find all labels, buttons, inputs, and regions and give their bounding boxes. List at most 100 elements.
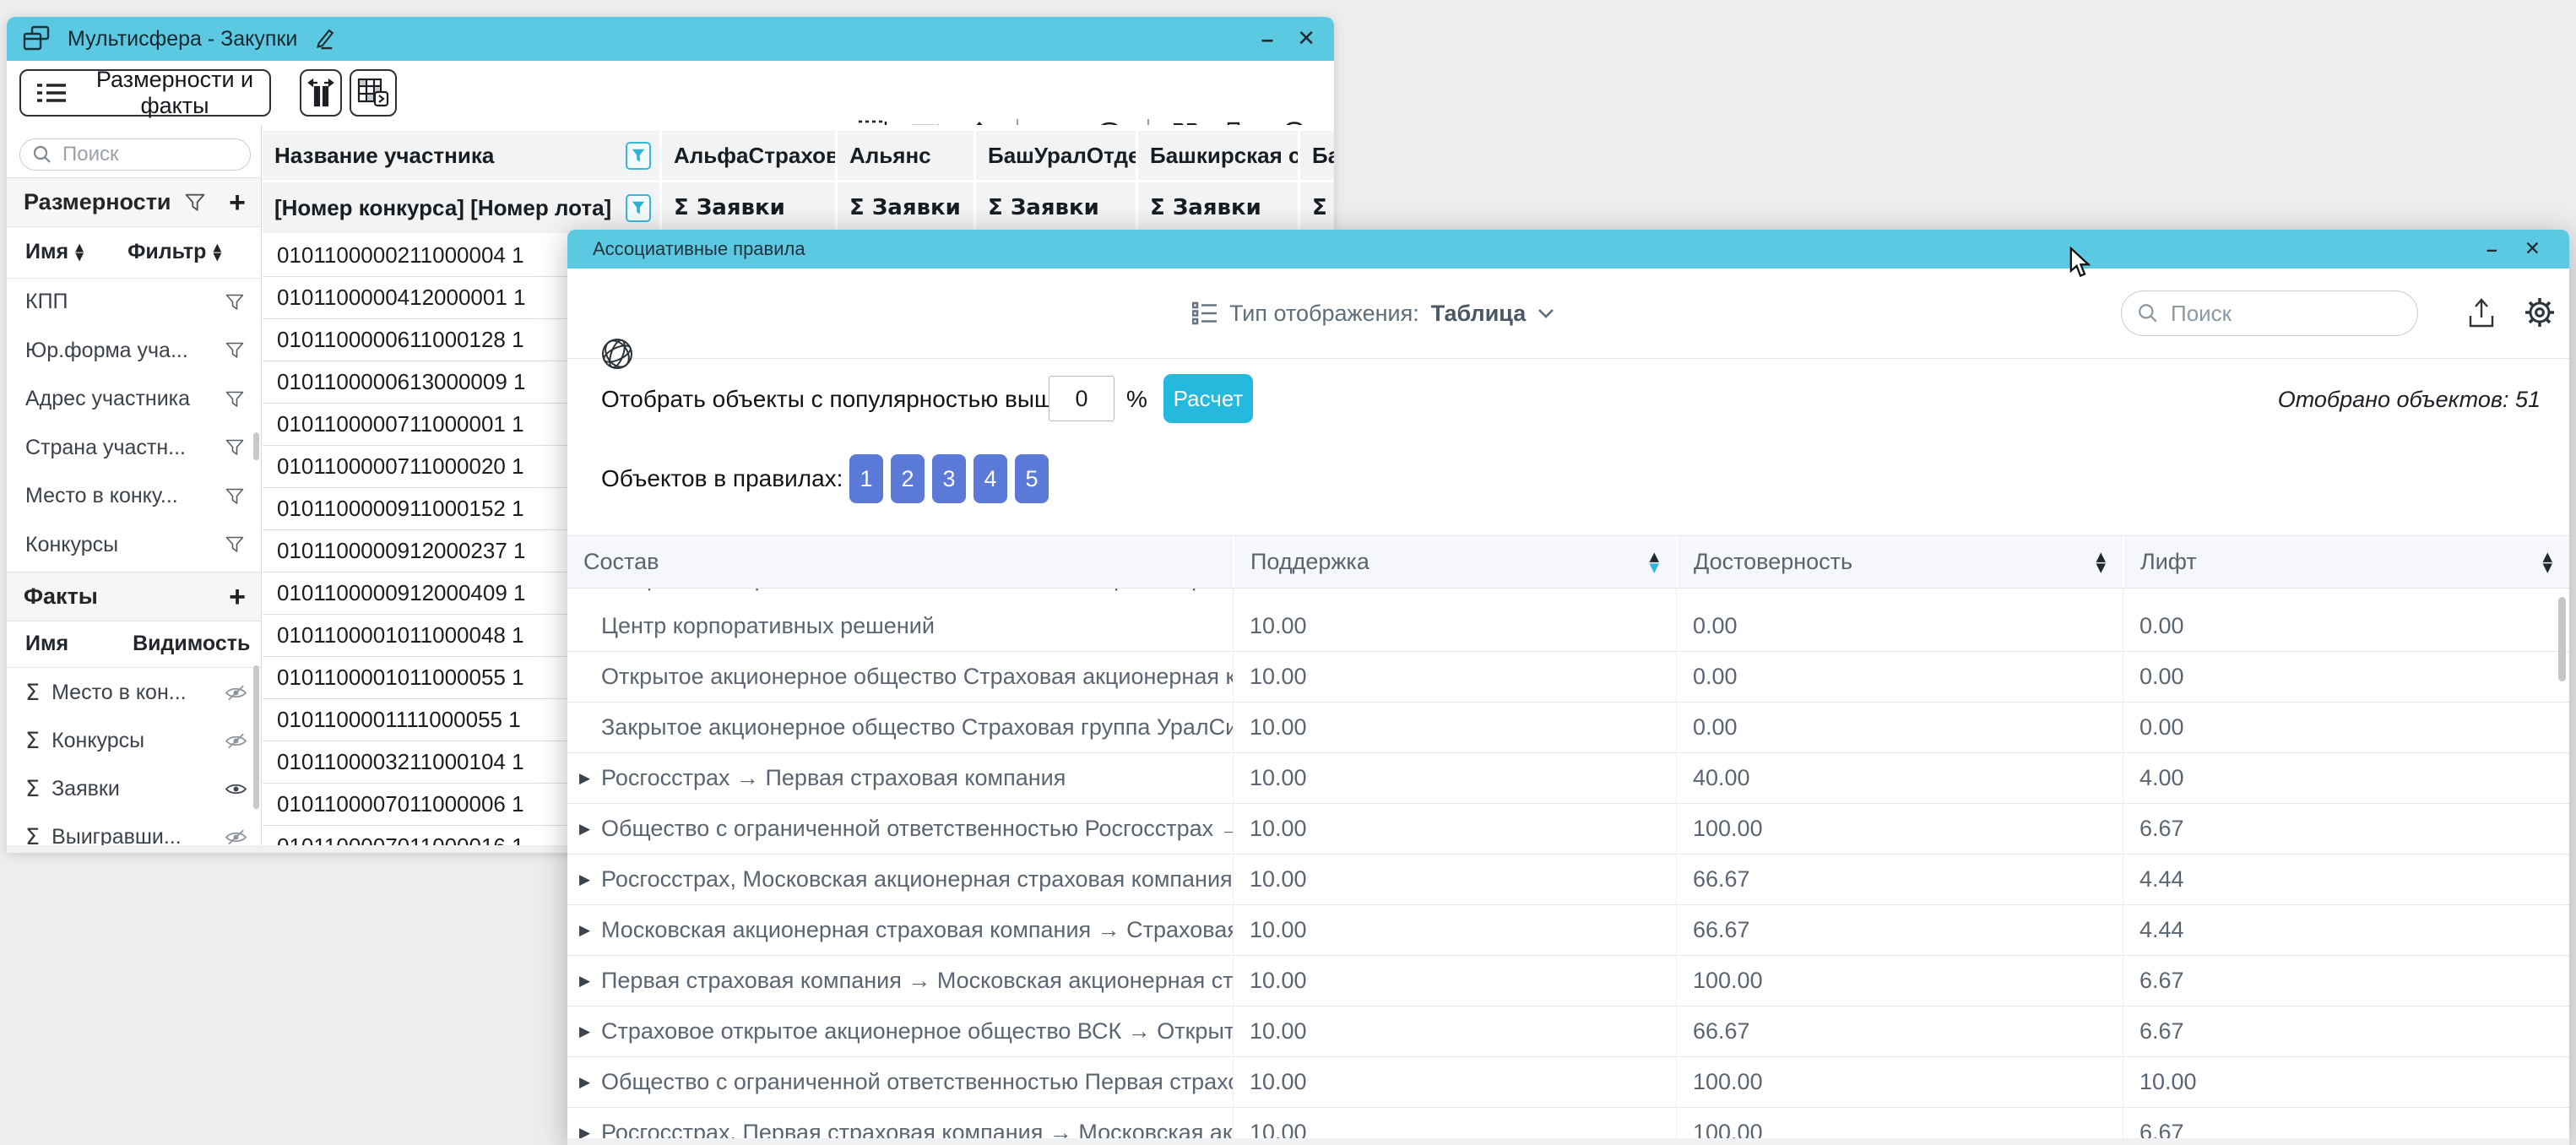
column-filter-icon[interactable] <box>626 142 651 170</box>
popularity-threshold-input[interactable] <box>1049 376 1114 421</box>
mouse-cursor <box>2069 247 2096 279</box>
rules-column-header[interactable]: Состав ▲▼ <box>567 536 1233 588</box>
dialog-minimize-button[interactable]: – <box>2487 240 2496 259</box>
dimensions-facts-button[interactable]: Размерности и факты <box>19 69 271 117</box>
dialog-close-button[interactable]: ✕ <box>2524 240 2541 259</box>
pivot-measure-header[interactable]: Σ Заявки <box>1300 182 1334 233</box>
col-filter-label[interactable]: Фильтр <box>127 240 206 264</box>
main-window-titlebar[interactable]: Мультисфера - Закупки – ✕ <box>7 17 1334 61</box>
expand-arrow-icon[interactable]: ▶ <box>579 821 601 838</box>
dimension-row[interactable]: Конкурсы <box>7 521 261 570</box>
visibility-eye-icon[interactable] <box>225 732 247 750</box>
pivot-column-header[interactable]: Баш <box>1300 131 1334 180</box>
fact-row[interactable]: Σ Конкурсы <box>7 717 261 765</box>
fit-columns-button[interactable] <box>300 69 342 117</box>
rule-row[interactable]: ▶ Московская акционерная страховая компа… <box>567 905 2569 956</box>
expand-arrow-icon[interactable]: ▶ <box>579 871 601 888</box>
expand-arrow-icon[interactable]: ▶ <box>579 770 601 787</box>
row-filter-icon[interactable] <box>626 194 651 222</box>
sort-name-icon[interactable]: ▲▼ <box>75 243 84 262</box>
rule-size-button[interactable]: 4 <box>973 454 1007 503</box>
expand-arrow-icon[interactable]: ▶ <box>579 1074 601 1091</box>
calculate-button[interactable]: Расчет <box>1163 374 1253 423</box>
col-name-label[interactable]: Имя <box>25 240 68 264</box>
expand-arrow-icon[interactable]: ▶ <box>579 1023 601 1040</box>
rule-row[interactable]: ▶ Общество с ограниченной ответственност… <box>567 1057 2569 1108</box>
sort-filter-icon[interactable]: ▲▼ <box>213 243 221 262</box>
visibility-eye-icon[interactable] <box>225 828 247 846</box>
expand-arrow-icon[interactable]: ▶ <box>579 922 601 939</box>
rule-row[interactable]: ▶ Первая страховая компания → Московская… <box>567 956 2569 1007</box>
rule-row[interactable]: ▶ Общество с ограниченной ответственност… <box>567 804 2569 855</box>
pivot-measure-header[interactable]: Σ Заявки <box>838 182 973 233</box>
dimension-row[interactable]: Место в конку... <box>7 472 261 521</box>
pivot-row-key: 0101100000911000152 1 <box>277 496 524 521</box>
rule-size-button[interactable]: 5 <box>1015 454 1049 503</box>
rule-row[interactable]: ▶ Закрытое акционерное общество Страхова… <box>567 703 2569 753</box>
dialog-hscrollbar-track[interactable] <box>567 1138 2569 1145</box>
display-type-dropdown[interactable]: Тип отображения: Таблица <box>1192 269 1554 358</box>
rules-column-header[interactable]: Лифт ▲▼ <box>2123 536 2569 588</box>
sort-icon[interactable]: ▲▼ <box>2096 551 2106 573</box>
pivot-measure-header[interactable]: Σ Заявки <box>662 182 835 233</box>
sidebar-search-input[interactable] <box>61 142 238 167</box>
visibility-eye-icon[interactable] <box>225 780 247 798</box>
dimensions-section-header: Размерности + <box>7 177 261 227</box>
rule-size-button[interactable]: 1 <box>849 454 883 503</box>
sort-icon[interactable]: ▲▼ <box>1649 551 1659 573</box>
rule-row[interactable]: ▶ Росгосстрах, Московская акционерная ст… <box>567 855 2569 905</box>
dimension-row[interactable]: Юр.форма уча... <box>7 327 261 376</box>
dialog-scrollbar-thumb[interactable] <box>2558 597 2566 681</box>
filter-icon[interactable] <box>225 342 244 359</box>
filter-icon[interactable] <box>185 193 205 212</box>
sidebar-scrollbar-thumb[interactable] <box>253 432 259 460</box>
chevron-down-icon <box>1537 308 1554 319</box>
pivot-measure-header[interactable]: Σ Заявки <box>1138 182 1298 233</box>
sidebar-search[interactable] <box>19 138 251 171</box>
dimension-row[interactable]: Страна участн... <box>7 424 261 473</box>
pivot-measure-header[interactable]: Σ Заявки <box>976 182 1136 233</box>
minimize-button[interactable]: – <box>1261 28 1272 50</box>
pivot-column-header[interactable]: БашУралОтдела <box>976 131 1136 180</box>
settings-gear-icon[interactable] <box>2523 296 2557 329</box>
add-dimension-button[interactable]: + <box>229 188 246 217</box>
table-settings-button[interactable] <box>350 69 397 117</box>
fact-row[interactable]: Σ Место в кон... <box>7 669 261 717</box>
filter-icon[interactable] <box>225 391 244 408</box>
rules-column-header[interactable]: Достоверность ▲▼ <box>1676 536 2123 588</box>
pivot-column-header[interactable]: Альянс <box>838 131 973 180</box>
rule-row[interactable]: ▶ Открытое акционерное общество Страхова… <box>567 652 2569 703</box>
rules-column-header[interactable]: Поддержка ▲▼ <box>1233 536 1676 588</box>
dimension-row[interactable]: Адрес участника <box>7 375 261 424</box>
dialog-search-input[interactable] <box>2169 300 2402 328</box>
rules-column-label: Состав <box>583 549 659 575</box>
rule-composition: Общество с ограниченной ответственностью… <box>601 589 1233 592</box>
sort-icon[interactable]: ▲▼ <box>2542 551 2552 573</box>
dialog-export-icon[interactable] <box>2465 297 2497 329</box>
rule-size-button[interactable]: 3 <box>932 454 966 503</box>
fact-row[interactable]: Σ Заявки <box>7 765 261 813</box>
close-button[interactable]: ✕ <box>1297 28 1315 50</box>
pivot-row-key: 0101100000412000001 1 <box>277 285 526 310</box>
dialog-titlebar[interactable]: Ассоциативные правила – ✕ <box>567 230 2569 269</box>
visibility-eye-icon[interactable] <box>225 684 247 702</box>
pivot-column-header[interactable]: Башкирская ст <box>1138 131 1298 180</box>
popularity-filter-row: Отобрать объекты с популярностью выше % … <box>567 358 2569 441</box>
filter-icon[interactable] <box>225 536 244 553</box>
dimension-row[interactable]: КПП <box>7 278 261 327</box>
filter-icon[interactable] <box>225 439 244 456</box>
rule-row[interactable]: ▶ Центр корпоративных решений 10.00 0.00… <box>567 601 2569 652</box>
sidebar-scrollbar-thumb[interactable] <box>253 665 259 809</box>
column-name: АльфаСтрахова <box>674 143 835 169</box>
add-fact-button[interactable]: + <box>229 583 246 611</box>
edit-title-icon[interactable] <box>312 27 336 51</box>
pivot-column-header[interactable]: АльфаСтрахова <box>662 131 835 180</box>
dialog-search[interactable] <box>2121 290 2418 336</box>
filter-icon[interactable] <box>225 294 244 311</box>
rule-row[interactable]: ▶ Росгосстрах → Первая страховая компани… <box>567 753 2569 804</box>
rules-column-label: Поддержка <box>1250 549 1369 575</box>
rule-size-button[interactable]: 2 <box>891 454 925 503</box>
filter-icon[interactable] <box>225 488 244 505</box>
expand-arrow-icon[interactable]: ▶ <box>579 973 601 990</box>
rule-row[interactable]: ▶ Страховое открытое акционерное обществ… <box>567 1007 2569 1057</box>
